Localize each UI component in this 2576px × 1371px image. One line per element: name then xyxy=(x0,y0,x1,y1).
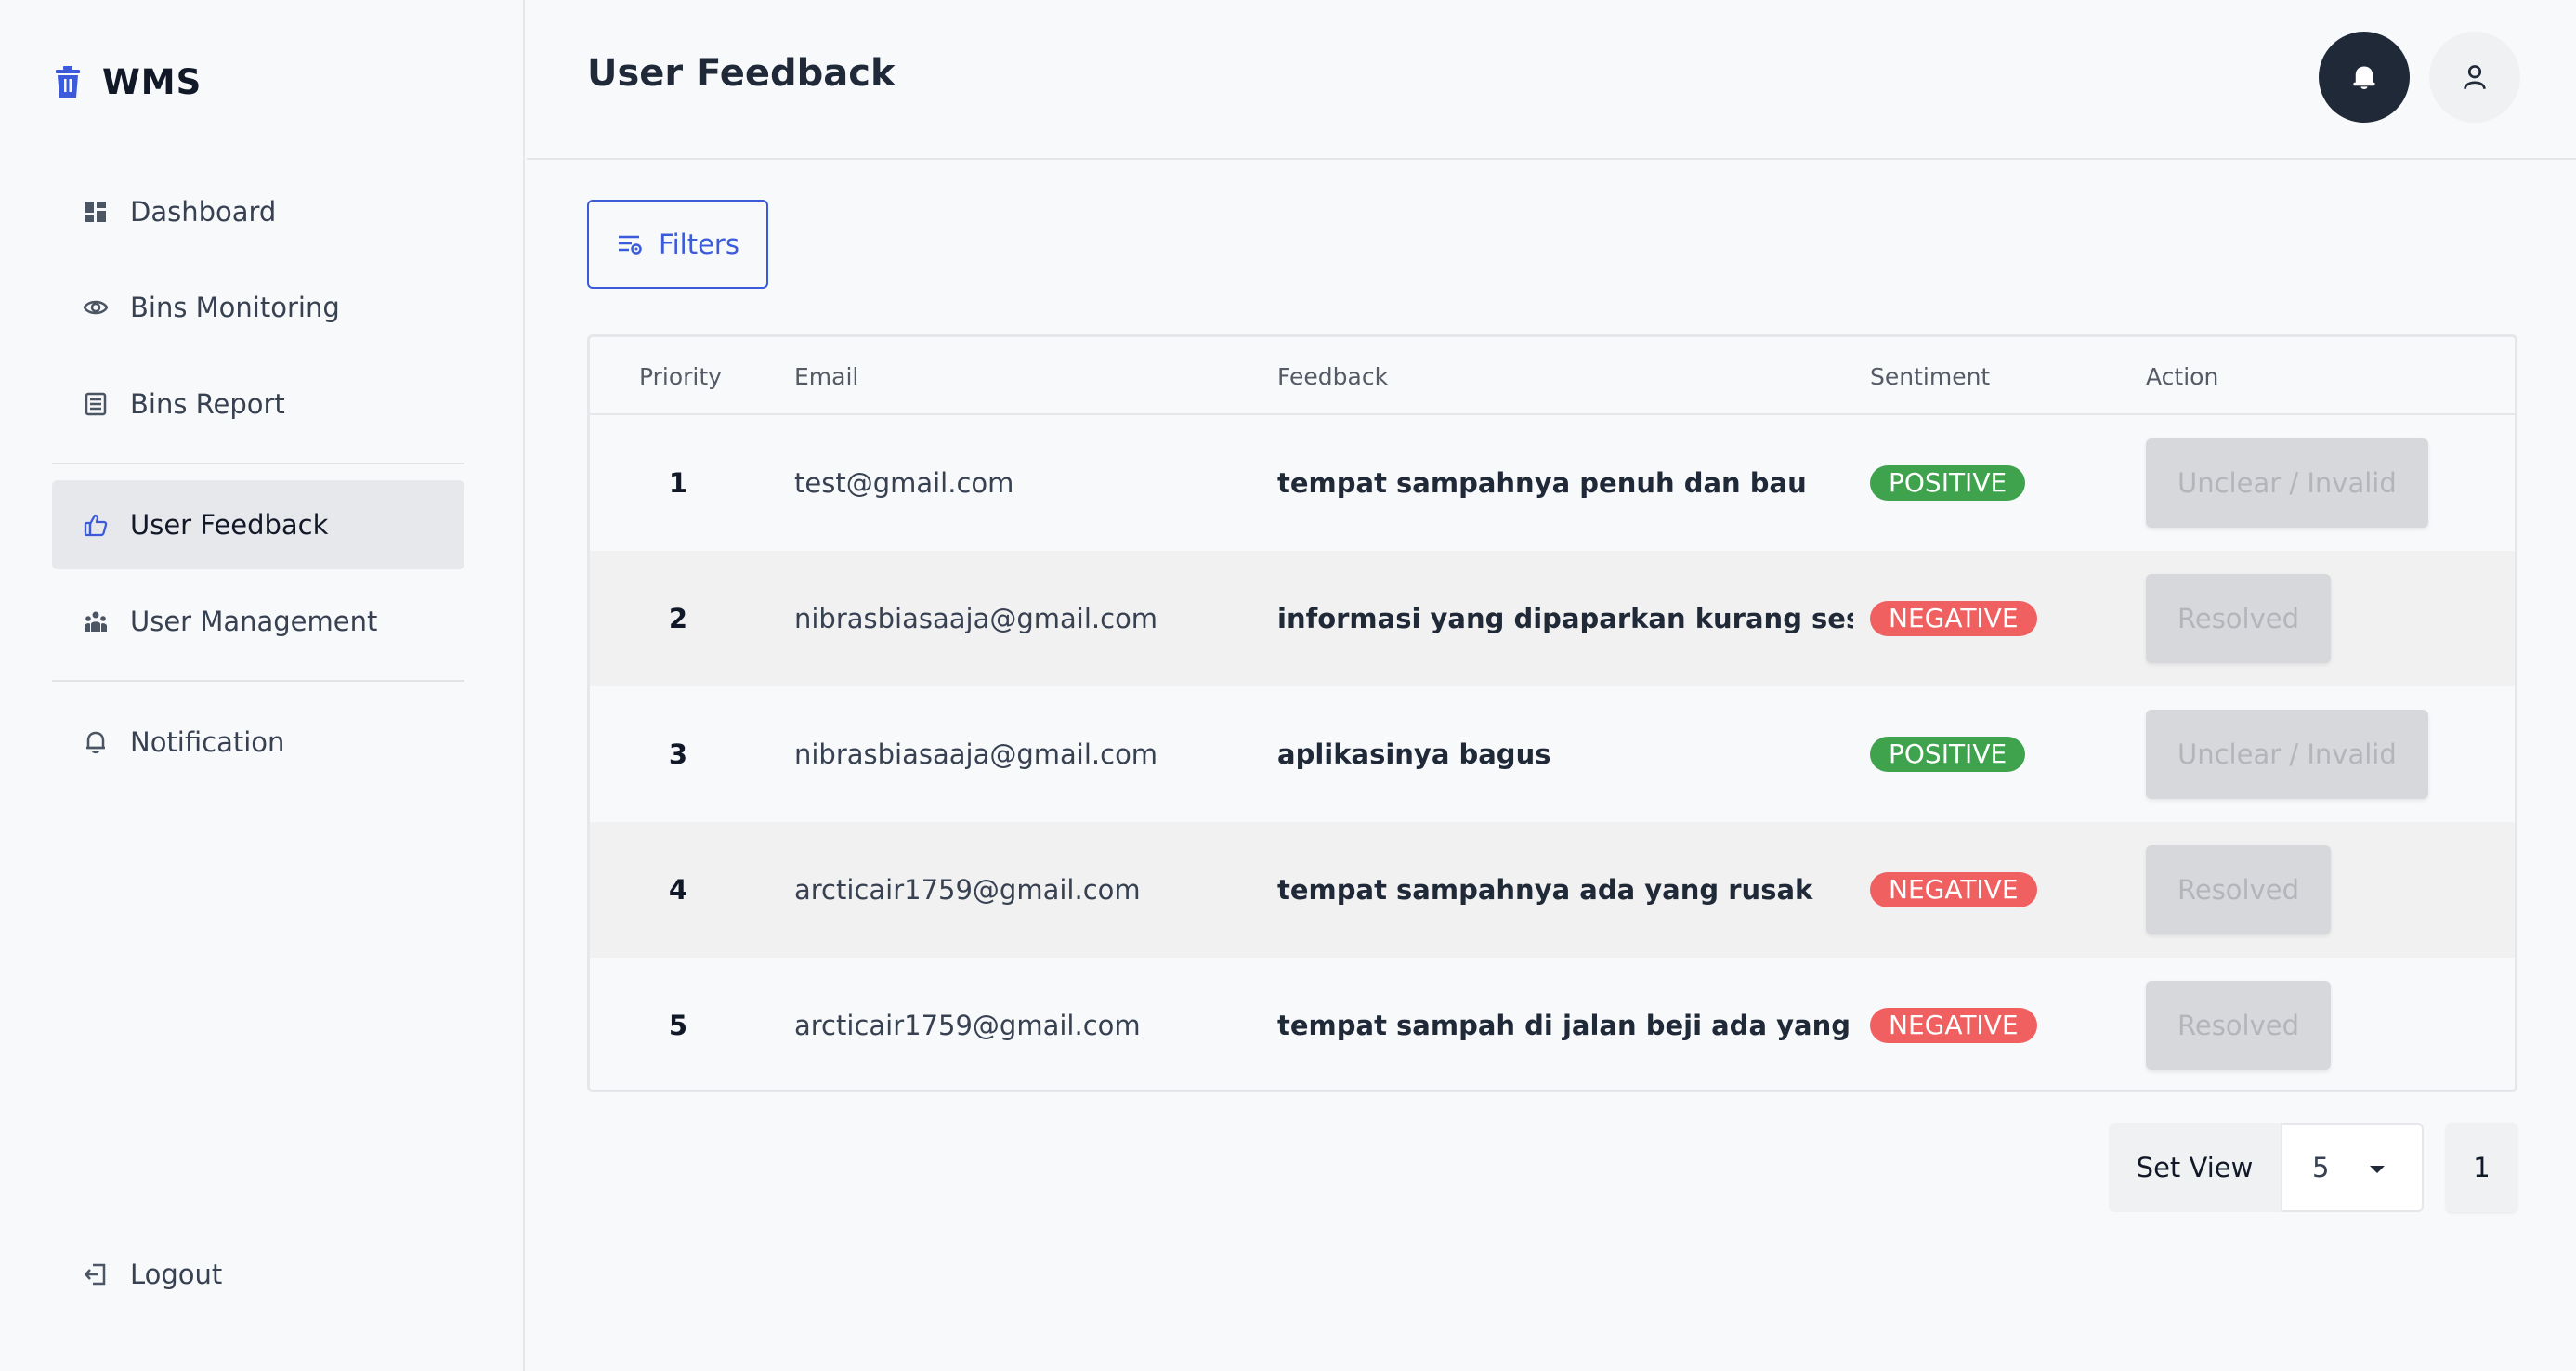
feedback-cell: tempat sampahnya penuh dan bau xyxy=(1277,467,1807,499)
unclear-invalid-button[interactable]: Unclear / Invalid xyxy=(2146,710,2428,799)
users-group-icon xyxy=(85,611,107,632)
feedback-cell: tempat sampahnya ada yang rusak xyxy=(1277,874,1813,906)
chevron-down-icon xyxy=(2370,1166,2385,1173)
rows-per-page-select[interactable]: 5 xyxy=(2281,1123,2424,1212)
table-row: 5 arcticair1759@gmail.com tempat sampah … xyxy=(590,958,2515,1090)
table-row: 3 nibrasbiasaaja@gmail.com aplikasinya b… xyxy=(590,686,2515,822)
email-cell: arcticair1759@gmail.com xyxy=(794,1010,1141,1041)
sentiment-badge: NEGATIVE xyxy=(1870,872,2037,907)
priority-cell: 2 xyxy=(668,603,688,634)
sidebar-item-label: Bins Monitoring xyxy=(130,292,340,323)
email-cell: nibrasbiasaaja@gmail.com xyxy=(794,738,1158,770)
sentiment-cell: NEGATIVE xyxy=(1870,551,2037,686)
sidebar-item-bins-monitoring[interactable]: Bins Monitoring xyxy=(52,263,464,352)
set-view-label: Set View xyxy=(2109,1123,2281,1212)
page-title: User Feedback xyxy=(587,52,896,95)
user-icon xyxy=(2464,65,2486,90)
action-cell: Unclear / Invalid xyxy=(2146,415,2428,551)
filters-label: Filters xyxy=(659,228,739,260)
priority-cell: 5 xyxy=(668,1010,688,1041)
sidebar-item-label: Dashboard xyxy=(130,196,277,228)
priority-cell: 4 xyxy=(668,874,688,906)
action-cell: Resolved xyxy=(2146,551,2332,686)
resolved-button[interactable]: Resolved xyxy=(2146,981,2332,1070)
table-header: Priority Email Feedback Sentiment Action xyxy=(590,337,2515,415)
feedback-cell: tempat sampah di jalan beji ada yang rus… xyxy=(1277,1010,1853,1041)
sidebar-divider xyxy=(52,463,464,464)
column-header-feedback[interactable]: Feedback xyxy=(1277,363,1388,390)
sidebar: WMS Dashboard Bins Monitoring Bins Repor… xyxy=(0,0,525,1371)
email-cell: test@gmail.com xyxy=(794,467,1014,499)
rows-per-page-value: 5 xyxy=(2312,1152,2330,1183)
app-root: WMS Dashboard Bins Monitoring Bins Repor… xyxy=(0,0,2576,1371)
column-header-email[interactable]: Email xyxy=(794,363,858,390)
sentiment-badge: NEGATIVE xyxy=(1870,601,2037,636)
eye-icon xyxy=(84,300,108,315)
sidebar-item-label: Notification xyxy=(130,726,285,758)
logout-label: Logout xyxy=(130,1259,223,1290)
sentiment-cell: NEGATIVE xyxy=(1870,822,2037,958)
sidebar-item-user-feedback[interactable]: User Feedback xyxy=(52,480,464,569)
sidebar-item-label: User Management xyxy=(130,606,378,637)
sidebar-item-label: Bins Report xyxy=(130,388,285,420)
sentiment-cell: NEGATIVE xyxy=(1870,958,2037,1090)
sidebar-item-dashboard[interactable]: Dashboard xyxy=(52,167,464,256)
bell-icon xyxy=(2353,66,2375,89)
sidebar-item-user-management[interactable]: User Management xyxy=(52,577,464,666)
filter-sliders-icon xyxy=(619,235,642,255)
resolved-button[interactable]: Resolved xyxy=(2146,574,2332,663)
brand-name: WMS xyxy=(102,61,203,102)
dashboard-grid-icon xyxy=(85,202,106,222)
action-cell: Resolved xyxy=(2146,822,2332,958)
user-profile-button[interactable] xyxy=(2429,32,2520,123)
priority-cell: 3 xyxy=(668,738,688,770)
feedback-table: Priority Email Feedback Sentiment Action… xyxy=(587,334,2517,1092)
priority-cell: 1 xyxy=(668,467,688,499)
trash-bin-icon xyxy=(56,66,80,98)
action-cell: Unclear / Invalid xyxy=(2146,686,2428,822)
table-row: 2 nibrasbiasaaja@gmail.com informasi yan… xyxy=(590,551,2515,686)
sentiment-cell: POSITIVE xyxy=(1870,686,2026,822)
sidebar-item-notification[interactable]: Notification xyxy=(52,698,464,787)
sentiment-badge: POSITIVE xyxy=(1870,737,2026,772)
notification-bell-button[interactable] xyxy=(2319,32,2410,123)
filters-button[interactable]: Filters xyxy=(587,200,768,289)
column-header-priority[interactable]: Priority xyxy=(639,363,722,390)
brand-logo[interactable]: WMS xyxy=(54,59,202,104)
page-header: User Feedback xyxy=(527,0,2576,160)
sidebar-item-bins-report[interactable]: Bins Report xyxy=(52,359,464,449)
resolved-button[interactable]: Resolved xyxy=(2146,845,2332,934)
table-row: 4 arcticair1759@gmail.com tempat sampahn… xyxy=(590,822,2515,958)
logout-icon xyxy=(84,1263,106,1286)
sentiment-badge: POSITIVE xyxy=(1870,465,2026,501)
unclear-invalid-button[interactable]: Unclear / Invalid xyxy=(2146,438,2428,528)
feedback-cell: informasi yang dipaparkan kurang sesuai … xyxy=(1277,603,1853,634)
sentiment-cell: POSITIVE xyxy=(1870,415,2026,551)
feedback-cell: aplikasinya bagus xyxy=(1277,738,1551,770)
sidebar-item-label: User Feedback xyxy=(130,509,329,541)
table-row: 1 test@gmail.com tempat sampahnya penuh … xyxy=(590,415,2515,551)
column-header-sentiment[interactable]: Sentiment xyxy=(1870,363,1990,390)
sidebar-divider xyxy=(52,680,464,682)
email-cell: nibrasbiasaaja@gmail.com xyxy=(794,603,1158,634)
thumbs-up-icon xyxy=(84,514,108,537)
logout-button[interactable]: Logout xyxy=(52,1230,464,1319)
report-list-icon xyxy=(85,392,107,416)
email-cell: arcticair1759@gmail.com xyxy=(794,874,1141,906)
bell-icon xyxy=(86,731,105,754)
column-header-action[interactable]: Action xyxy=(2146,363,2218,390)
page-number-button[interactable]: 1 xyxy=(2446,1123,2517,1212)
action-cell: Resolved xyxy=(2146,958,2332,1090)
sentiment-badge: NEGATIVE xyxy=(1870,1008,2037,1043)
